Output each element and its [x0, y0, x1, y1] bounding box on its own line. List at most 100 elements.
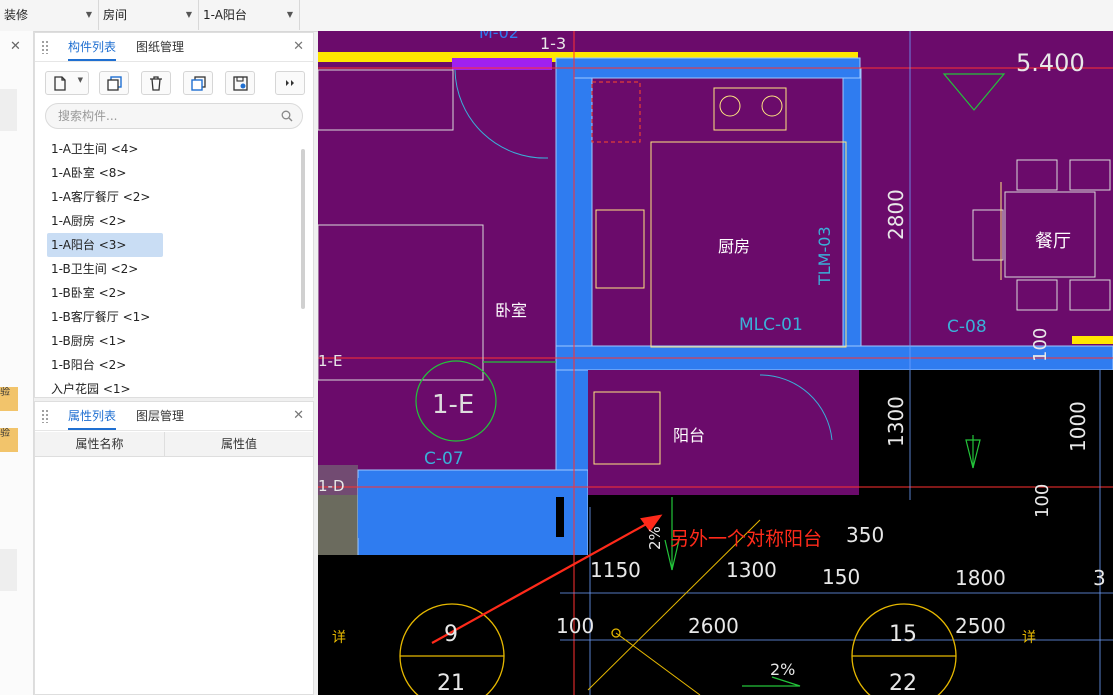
elevation-label: 5.400 — [1016, 49, 1085, 77]
slope-label: 2% — [770, 660, 795, 679]
tab-property-list[interactable]: 属性列表 — [68, 402, 117, 430]
list-item[interactable]: 1-A厨房 <2> — [47, 209, 163, 233]
detail-tag: 详 — [1022, 630, 1036, 646]
component-list-panel: 构件列表 图纸管理 ✕ ▼ 1-A卫生间 <4> 1-A卧室 <8> 1-A客厅… — [34, 32, 314, 398]
dimension-label: 150 — [822, 565, 860, 589]
dimension-label: 1800 — [955, 566, 1006, 590]
component-panel-tabs: 构件列表 图纸管理 ✕ — [35, 33, 313, 62]
copy-component-button[interactable] — [99, 71, 129, 95]
axis-label: 1-D — [318, 477, 345, 495]
door-label: M-02 — [479, 31, 519, 42]
detail-number: 15 — [889, 622, 917, 647]
floor-plan: 5.400 卧室 厨房 餐厅 阳台 1-3 M-02 1-E 1-D 1-E M… — [318, 31, 1113, 695]
window-label-c08: C-08 — [947, 317, 987, 337]
balcony-room — [588, 370, 859, 495]
more-button[interactable] — [275, 71, 305, 95]
double-chevron-right-icon — [286, 80, 294, 86]
list-item[interactable]: 1-A卫生间 <4> — [47, 137, 163, 161]
detail-number: 9 — [444, 622, 458, 647]
axis-bubble-label: 1-E — [432, 390, 474, 420]
list-item[interactable]: 1-B阳台 <2> — [47, 353, 163, 377]
component-dropdown[interactable]: 1-A阳台 ▼ — [199, 0, 300, 30]
category-dropdown[interactable]: 装修 ▼ — [0, 0, 99, 30]
door-label-mlc: MLC-01 — [739, 315, 803, 335]
layers-icon — [191, 76, 206, 91]
left-dock-strip: ✕ 验 验 — [0, 31, 34, 695]
list-item[interactable]: 1-B厨房 <1> — [47, 329, 163, 353]
axis-label: 1-E — [318, 352, 342, 370]
slope-label: 2% — [646, 526, 664, 550]
duplicate-button[interactable] — [183, 71, 213, 95]
list-item-selected[interactable]: 1-A阳台 <3> — [47, 233, 163, 257]
column-header-value: 属性值 — [220, 437, 257, 451]
close-icon[interactable]: ✕ — [293, 39, 304, 54]
list-item[interactable]: 入户花园 <1> — [47, 377, 163, 401]
dimension-label: 2600 — [688, 614, 739, 638]
close-icon[interactable]: ✕ — [293, 408, 304, 423]
room-label-bedroom: 卧室 — [495, 301, 527, 320]
type-dropdown-value: 房间 — [103, 8, 128, 22]
dimension-label: 1000 — [1066, 401, 1090, 452]
list-item[interactable]: 1-A卧室 <8> — [47, 161, 163, 185]
search-box — [45, 103, 303, 129]
list-scrollbar[interactable] — [301, 149, 305, 309]
room-label-kitchen: 厨房 — [718, 237, 750, 256]
list-item[interactable]: 1-B卧室 <2> — [47, 281, 163, 305]
property-table-header: 属性名称 属性值 — [35, 432, 313, 457]
dimension-label: 2800 — [884, 189, 908, 240]
dock-block — [0, 89, 17, 131]
dimension-label: 1300 — [726, 558, 777, 582]
detail-sheet: 21 — [437, 671, 465, 695]
door-label-tlm: TLM-03 — [815, 226, 834, 286]
dimension-label: 100 — [556, 614, 594, 638]
status-badge: 验 — [0, 387, 18, 411]
column-header-name: 属性名称 — [35, 432, 165, 456]
property-panel-tabs: 属性列表 图层管理 ✕ — [35, 402, 313, 431]
tab-layer-management[interactable]: 图层管理 — [136, 402, 184, 430]
tab-component-list[interactable]: 构件列表 — [68, 33, 117, 61]
close-icon[interactable]: ✕ — [10, 39, 21, 54]
new-component-button[interactable]: ▼ — [45, 71, 89, 95]
top-toolbar: 装修 ▼ 房间 ▼ 1-A阳台 ▼ — [0, 0, 1113, 32]
copy-icon — [107, 76, 122, 91]
trash-icon — [150, 76, 162, 91]
tab-drawing-management[interactable]: 图纸管理 — [136, 33, 184, 61]
dimension-label: 100 — [1032, 484, 1053, 518]
list-item[interactable]: 1-B卫生间 <2> — [47, 257, 163, 281]
list-item[interactable]: 1-B客厅餐厅 <1> — [47, 305, 163, 329]
window-label-c07: C-07 — [424, 449, 464, 469]
search-input[interactable] — [56, 108, 280, 124]
dimension-label: 100 — [1030, 328, 1051, 362]
status-badge: 验 — [0, 428, 18, 452]
axis-label: 1-3 — [540, 34, 566, 53]
dock-block — [0, 549, 17, 591]
beam-right — [1072, 336, 1113, 344]
detail-sheet: 22 — [889, 671, 917, 695]
dimension-label: 3 — [1093, 566, 1106, 590]
save-icon — [233, 76, 248, 91]
property-panel: 属性列表 图层管理 ✕ 属性名称 属性值 — [34, 401, 314, 695]
dimension-label: 1300 — [884, 396, 908, 447]
type-dropdown[interactable]: 房间 ▼ — [99, 0, 199, 30]
dimension-label: 1150 — [590, 558, 641, 582]
chevron-down-icon: ▼ — [185, 10, 192, 19]
drag-handle-icon[interactable] — [41, 40, 49, 54]
dimension-label: 2500 — [955, 614, 1006, 638]
component-dropdown-value: 1-A阳台 — [203, 8, 247, 22]
chevron-down-icon: ▼ — [77, 76, 83, 84]
search-icon[interactable] — [281, 110, 293, 122]
drag-handle-icon[interactable] — [41, 409, 49, 423]
new-file-icon — [54, 76, 66, 91]
category-dropdown-value: 装修 — [4, 8, 29, 22]
room-label-dining: 餐厅 — [1035, 231, 1071, 252]
chevron-down-icon: ▼ — [286, 10, 293, 19]
annotation-text: 另外一个对称阳台 — [670, 528, 822, 550]
cad-drawing-canvas[interactable]: 5.400 卧室 厨房 餐厅 阳台 1-3 M-02 1-E 1-D 1-E M… — [318, 31, 1113, 695]
dimension-label: 350 — [846, 523, 884, 547]
delete-component-button[interactable] — [141, 71, 171, 95]
detail-tag: 详 — [332, 630, 346, 646]
list-item[interactable]: 1-A客厅餐厅 <2> — [47, 185, 163, 209]
room-label-balcony: 阳台 — [673, 426, 705, 445]
save-template-button[interactable] — [225, 71, 255, 95]
component-list: 1-A卫生间 <4> 1-A卧室 <8> 1-A客厅餐厅 <2> 1-A厨房 <… — [47, 137, 297, 401]
